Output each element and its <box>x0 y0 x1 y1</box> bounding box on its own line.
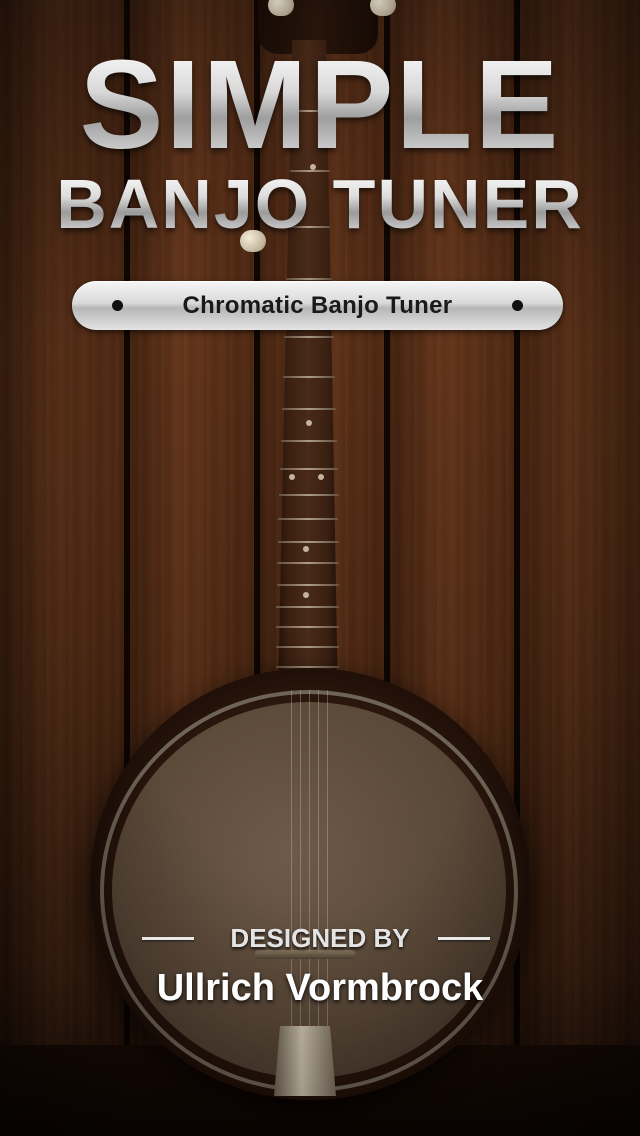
subtitle-banner: Chromatic Banjo Tuner <box>72 281 563 330</box>
fret <box>286 278 332 280</box>
fret <box>284 336 334 338</box>
app-title-line1: SIMPLE <box>0 40 640 170</box>
fret-inlay <box>306 420 312 426</box>
fret-inlay <box>303 546 309 552</box>
fret-inlay <box>303 592 309 598</box>
fret <box>276 626 339 628</box>
fret <box>278 541 339 543</box>
fret <box>276 606 339 608</box>
fret-inlay <box>289 474 295 480</box>
fret <box>279 494 339 496</box>
designer-name: Ullrich Vormbrock <box>156 967 484 1009</box>
banjo-tailpiece <box>274 1026 336 1096</box>
subtitle-text: Chromatic Banjo Tuner <box>182 291 453 319</box>
credit-label-row: DESIGNED BY <box>0 918 640 958</box>
app-title-line2: BANJO TUNER <box>0 168 640 240</box>
fret <box>278 518 338 520</box>
fret <box>280 468 338 470</box>
fret <box>283 376 335 378</box>
divider-line-right <box>438 937 490 940</box>
fret <box>277 584 339 586</box>
fret <box>281 440 337 442</box>
bullet-dot-icon <box>512 300 523 311</box>
credit-label: DESIGNED BY <box>230 923 410 953</box>
fret-inlay <box>318 474 324 480</box>
fret <box>276 646 339 648</box>
bullet-dot-icon <box>112 300 123 311</box>
fret <box>277 562 339 564</box>
splash-screen: SIMPLE BANJO TUNER Chromatic Banjo Tuner… <box>0 0 640 1136</box>
tuning-peg <box>370 0 396 16</box>
fret <box>282 408 336 410</box>
